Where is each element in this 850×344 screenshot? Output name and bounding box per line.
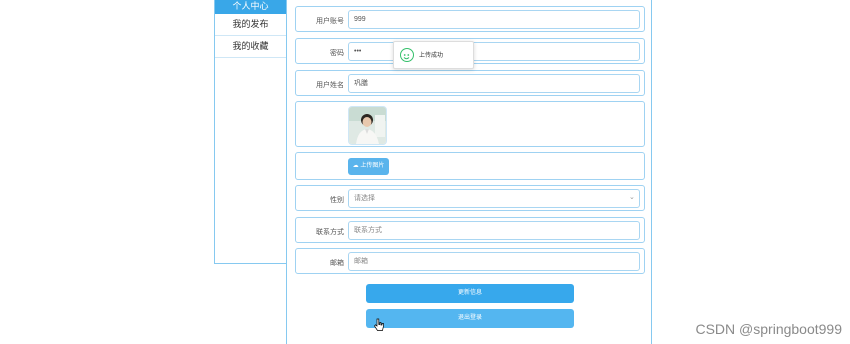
name-label: 用户姓名: [316, 82, 344, 89]
toast-message: 上传成功: [419, 53, 444, 59]
email-row: 邮箱 邮箱: [295, 248, 645, 274]
contact-input[interactable]: 联系方式: [348, 221, 640, 240]
sidebar-item-my-posts[interactable]: 我的发布: [215, 14, 286, 36]
hand-cursor-icon: [374, 318, 384, 331]
upload-button-label: 上传图片: [360, 163, 385, 169]
name-input[interactable]: 巩膳: [348, 74, 640, 93]
cloud-upload-icon: ☁: [352, 163, 359, 169]
email-label: 邮箱: [330, 260, 344, 267]
username-label: 用户账号: [316, 18, 344, 25]
contact-row: 联系方式 联系方式: [295, 217, 645, 243]
username-row: 用户账号 999: [295, 6, 645, 32]
gender-select-value: 请选择: [354, 195, 375, 202]
upload-image-button[interactable]: ☁ 上传图片: [348, 158, 389, 175]
logout-button[interactable]: 退出登录: [366, 309, 574, 328]
sidebar-item-my-favorites[interactable]: 我的收藏: [215, 36, 286, 58]
watermark: CSDN @springboot999: [695, 321, 842, 337]
avatar-row: [295, 101, 645, 147]
sidebar-header[interactable]: 个人中心: [215, 0, 286, 14]
smile-check-icon: [400, 48, 414, 62]
gender-label: 性别: [330, 197, 344, 204]
password-label: 密码: [330, 50, 344, 57]
chevron-down-icon: ⌄: [629, 194, 635, 201]
email-input[interactable]: 邮箱: [348, 252, 640, 271]
sidebar: 个人中心 我的发布 我的收藏: [214, 0, 287, 264]
username-input[interactable]: 999: [348, 10, 640, 29]
password-input[interactable]: •••: [348, 42, 640, 61]
upload-row: ☁ 上传图片: [295, 152, 645, 180]
upload-success-toast: 上传成功: [393, 41, 474, 69]
gender-select[interactable]: 请选择 ⌄: [348, 189, 640, 208]
gender-row: 性别 请选择 ⌄: [295, 185, 645, 211]
name-row: 用户姓名 巩膳: [295, 70, 645, 96]
avatar-image: [348, 106, 387, 145]
update-info-button[interactable]: 更新信息: [366, 284, 574, 303]
contact-label: 联系方式: [316, 229, 344, 236]
